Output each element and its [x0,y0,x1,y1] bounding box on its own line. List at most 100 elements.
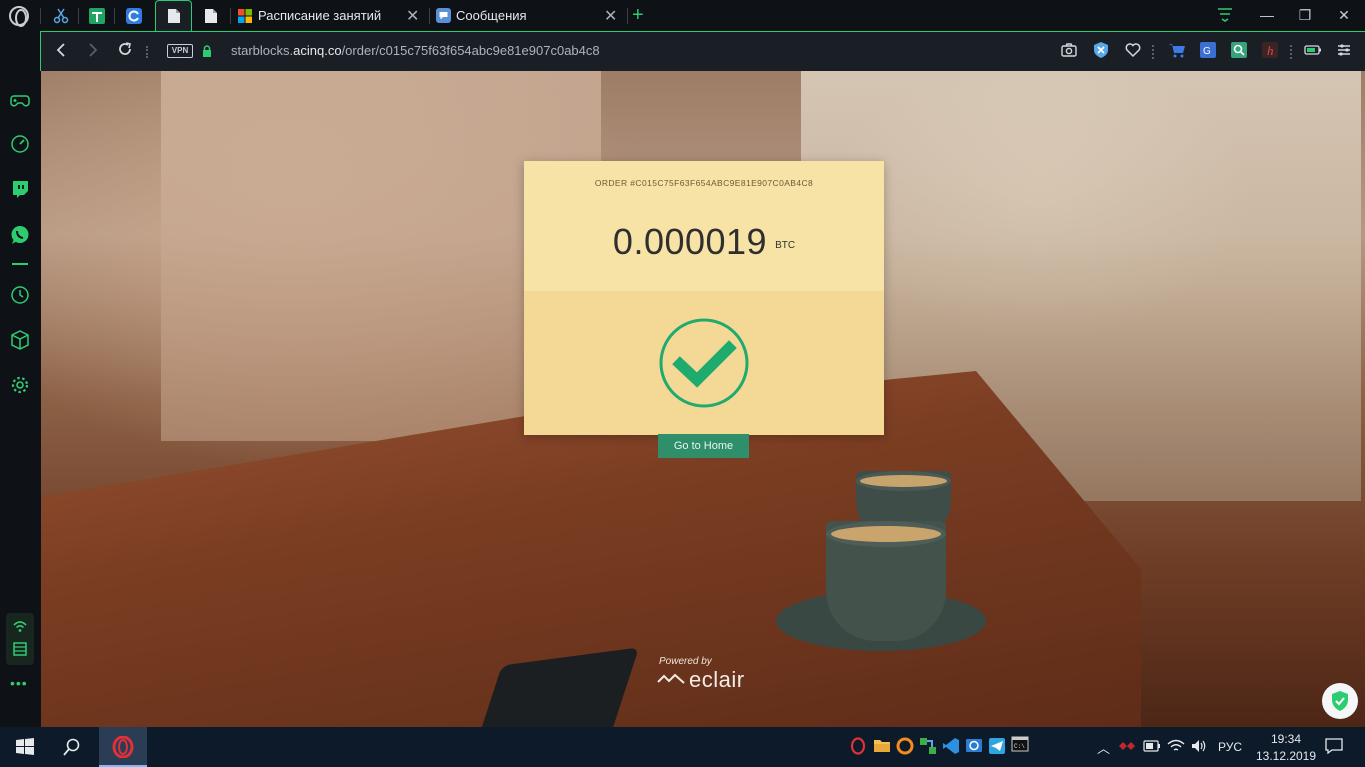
tab-title: Расписание занятий [258,8,382,23]
url-field[interactable]: starblocks.acinq.co/order/c015c75f63f654… [231,43,600,58]
gpu-tray-icon[interactable] [1118,739,1136,753]
tab-separator [230,8,231,24]
success-check-icon [659,318,749,408]
clock-date[interactable]: 13.12.2019 [1252,749,1320,763]
network-tool-icon[interactable] [919,737,937,755]
background-cup-coffee [826,521,946,547]
restore-button[interactable]: ❐ [1294,5,1316,25]
telegram-icon[interactable] [988,737,1006,755]
opera-menu-icon[interactable] [9,6,29,27]
toolbar-separator [1290,45,1292,59]
terminal-icon[interactable]: C:\ [1011,736,1029,752]
adblock-shield-icon[interactable] [1092,41,1110,59]
whatsapp-icon[interactable] [9,224,31,246]
forward-arrow-icon [89,43,98,57]
wifi-icon [13,621,27,632]
camera-icon[interactable] [1060,41,1078,59]
tab-scissors[interactable] [46,0,76,31]
page-content: ORDER #C015C75F63F654ABC9E81E907C0AB4C8 … [41,71,1365,727]
twitch-icon[interactable] [9,178,31,200]
network-monitor-widget[interactable] [6,613,34,665]
shield-check-icon [1332,691,1348,711]
tab-schedule[interactable]: Расписание занятий ✕ [236,0,426,31]
svg-text:h: h [1267,43,1274,58]
url-prefix: starblocks. [231,43,294,58]
back-button[interactable] [50,40,72,62]
search-extension-icon[interactable] [1230,41,1248,59]
battery-icon[interactable] [1143,740,1161,752]
url-domain: acinq.co [293,43,342,58]
hyper-v-icon[interactable] [965,737,983,755]
security-badge[interactable] [1322,683,1358,719]
sidebar: ••• [0,31,40,727]
history-icon[interactable] [9,284,31,306]
svg-text:G: G [1203,46,1211,57]
volume-icon[interactable] [1190,738,1208,754]
order-card: ORDER #C015C75F63F654ABC9E81E907C0AB4C8 … [524,161,884,435]
lock-icon[interactable] [202,45,212,57]
tab-close-icon[interactable]: ✕ [406,6,419,26]
windows-start-icon[interactable] [14,736,36,758]
taskbar: C:\ ︿ РУС 19:34 13.12.2019 [0,727,1365,767]
translate-extension-icon[interactable]: G [1199,41,1217,59]
tab-title: Сообщения [456,8,527,23]
opera-tray-icon[interactable] [850,737,866,755]
vpn-badge[interactable]: VPN [167,44,193,58]
background-cup-coffee [856,471,951,491]
svg-text:C:\: C:\ [1014,743,1025,750]
h-extension-icon[interactable]: h [1261,41,1279,59]
eclair-bolt-icon [657,673,685,684]
edge-icon [126,7,142,24]
extensions-cube-icon[interactable] [9,329,31,351]
easy-setup-icon[interactable] [1335,41,1353,59]
document-icon [205,8,217,23]
tab-edge[interactable] [118,0,150,31]
document-icon [168,9,180,23]
close-window-button[interactable]: ✕ [1333,5,1355,25]
memory-icon [13,642,27,656]
search-icon[interactable] [61,736,83,758]
heart-icon[interactable] [1124,41,1142,59]
tab-active-document[interactable] [155,0,192,31]
taskbar-opera-app[interactable] [99,727,147,767]
vscode-icon[interactable] [942,737,960,755]
eclair-logo[interactable]: eclair [657,667,757,693]
file-explorer-icon[interactable] [873,737,891,753]
eclair-brand: eclair [689,667,745,692]
tab-messages[interactable]: Сообщения ✕ [434,0,624,31]
address-bar: VPN starblocks.acinq.co/order/c015c75f63… [40,31,1365,71]
new-tab-button[interactable]: + [632,4,650,26]
gamepad-icon[interactable] [9,89,31,111]
tab-document[interactable] [196,0,226,31]
wifi-tray-icon[interactable] [1167,738,1185,754]
powered-by-label: Powered by [659,656,712,667]
avast-icon[interactable] [896,737,914,755]
tab-separator [78,8,79,24]
cart-extension-icon[interactable] [1168,41,1186,59]
forward-button[interactable] [82,40,104,62]
microsoft-icon [238,8,252,23]
reload-icon [119,42,131,55]
speedometer-icon[interactable] [9,133,31,155]
notifications-icon[interactable] [1325,738,1343,754]
tab-close-icon[interactable]: ✕ [604,6,617,26]
sidebar-divider [12,263,28,265]
reload-button[interactable] [114,40,136,62]
tab-separator [40,8,41,24]
toolbar-separator [1152,45,1154,59]
settings-gear-icon[interactable] [9,374,31,396]
tab-menu-icon[interactable] [1217,8,1233,22]
tab-table[interactable] [82,0,112,31]
battery-saver-icon[interactable] [1304,41,1322,59]
go-home-button[interactable]: Go to Home [658,434,749,458]
clock-time[interactable]: 19:34 [1256,732,1316,746]
more-icon[interactable]: ••• [10,675,28,691]
url-path: /order/c015c75f63f654abc9e81e907c0ab4c8 [341,43,600,58]
order-id: ORDER #C015C75F63F654ABC9E81E907C0AB4C8 [594,178,814,188]
tray-expand-icon[interactable]: ︿ [1097,738,1110,757]
chat-icon [436,8,451,23]
table-icon [89,7,105,24]
minimize-button[interactable]: — [1256,5,1278,25]
tab-separator [429,8,430,24]
language-indicator[interactable]: РУС [1218,740,1242,754]
